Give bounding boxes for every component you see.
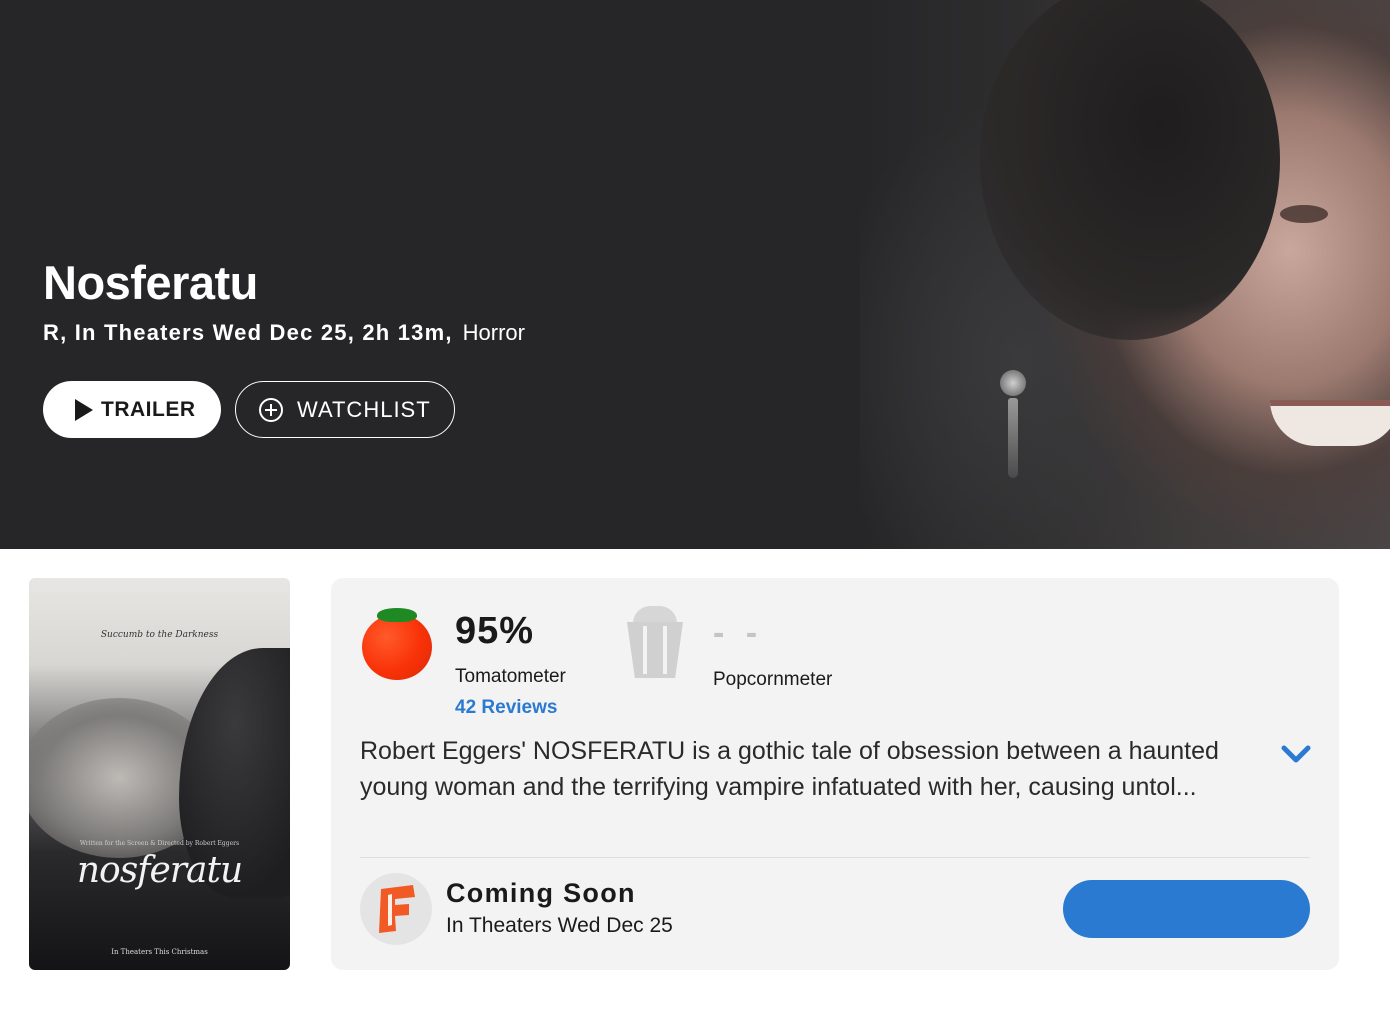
poster-tagline: Succumb to the Darkness [100, 630, 219, 640]
movie-synopsis: Robert Eggers' NOSFERATU is a gothic tal… [360, 737, 1219, 801]
popcornmeter-score: - - [713, 614, 764, 652]
poster-logo: nosferatu [76, 850, 243, 891]
watchlist-button-label: WATCHLIST [297, 396, 431, 422]
showtimes-date: In Theaters Wed Dec 25 [446, 914, 673, 937]
plus-circle-icon [259, 397, 283, 422]
reviews-link[interactable]: 42 Reviews [455, 697, 557, 719]
tomatometer-label: Tomatometer [455, 666, 566, 687]
chevron-down-icon[interactable] [1281, 742, 1311, 766]
poster-credits: Written for the Screen & Directed by Rob… [79, 840, 240, 847]
trailer-button-label: TRAILER [101, 397, 196, 421]
hero-still-image [860, 0, 1390, 549]
card-divider [360, 857, 1310, 858]
popcornmeter-label: Popcornmeter [713, 669, 833, 690]
tomato-icon [361, 608, 433, 680]
trailer-button[interactable]: TRAILER [43, 381, 221, 438]
play-icon [75, 398, 93, 421]
fandango-icon [360, 873, 432, 945]
movie-genre: Horror [462, 320, 525, 345]
watchlist-button[interactable]: WATCHLIST [235, 381, 455, 438]
movie-meta-info: R, In Theaters Wed Dec 25, 2h 13m, [43, 320, 453, 345]
poster-release-text: In Theaters This Christmas [111, 948, 208, 956]
score-card: 95% Tomatometer 42 Reviews - - Popcornme… [331, 578, 1339, 970]
popcorn-icon [627, 606, 683, 680]
movie-poster[interactable]: Succumb to the Darkness Written for the … [29, 578, 290, 970]
tickets-button[interactable] [1063, 880, 1310, 938]
hero-banner: Nosferatu R, In Theaters Wed Dec 25, 2h … [0, 0, 1390, 549]
movie-meta: R, In Theaters Wed Dec 25, 2h 13m, Horror [43, 320, 525, 346]
movie-title: Nosferatu [43, 256, 258, 309]
earring-detail [1000, 370, 1026, 480]
tomatometer-score: 95% [455, 610, 535, 652]
showtimes-status: Coming Soon [446, 878, 636, 908]
